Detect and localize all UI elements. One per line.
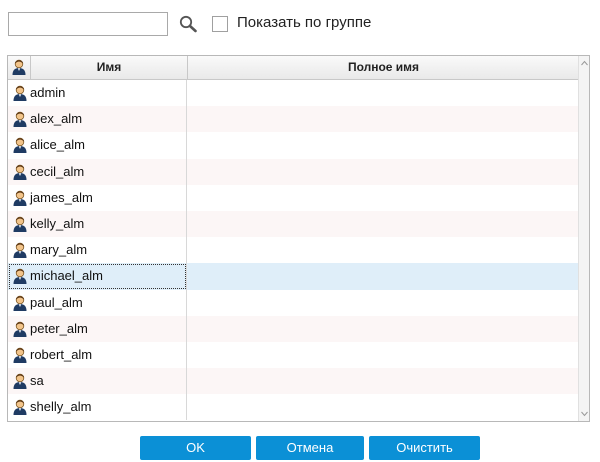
user-name: cecil_alm	[30, 163, 85, 179]
table-row[interactable]: robert_alm	[8, 341, 579, 369]
user-name: kelly_alm	[30, 215, 85, 231]
user-name: mary_alm	[30, 242, 88, 258]
user-name: sa	[30, 373, 44, 389]
group-checkbox-label[interactable]: Показать по группе	[237, 14, 371, 31]
name-cell[interactable]: alex_alm	[8, 106, 187, 133]
name-cell[interactable]: shelly_alm	[8, 394, 187, 421]
users-grid: Имя Полное имя admin alex_alm alice_almcec…	[7, 55, 590, 422]
user-icon	[13, 400, 27, 416]
full-name-cell[interactable]	[187, 185, 579, 211]
name-cell[interactable]: robert_alm	[8, 341, 187, 369]
user-icon	[13, 295, 27, 311]
scroll-down-arrow-icon[interactable]	[581, 410, 588, 417]
search-button[interactable]	[178, 14, 200, 34]
user-icon	[12, 59, 26, 75]
header-full-name[interactable]: Полное имя	[188, 56, 579, 79]
clear-button[interactable]: Очистить	[369, 436, 480, 460]
grid-header: Имя Полное имя	[8, 56, 579, 80]
name-cell[interactable]: paul_alm	[8, 289, 187, 316]
name-cell[interactable]: mary_alm	[8, 237, 187, 264]
user-icon	[13, 242, 27, 259]
full-name-cell[interactable]	[187, 159, 579, 185]
table-row[interactable]: paul_alm	[8, 289, 579, 316]
name-cell[interactable]: michael_alm	[8, 263, 187, 290]
table-row[interactable]: mary_alm	[8, 237, 579, 264]
user-icon	[13, 164, 27, 180]
user-name: paul_alm	[30, 294, 83, 310]
user-icon	[13, 347, 27, 363]
user-name: shelly_alm	[30, 399, 92, 415]
grid-rows: admin alex_alm alice_alm cecil_alm james_alm…	[8, 80, 579, 421]
user-icon	[13, 321, 27, 337]
magnifier-icon	[179, 15, 197, 33]
table-row[interactable]: james_alm	[8, 184, 579, 211]
name-cell[interactable]: cecil_alm	[8, 158, 187, 185]
full-name-cell[interactable]	[187, 342, 579, 368]
cancel-button[interactable]: Отмена	[256, 436, 364, 460]
full-name-cell[interactable]	[187, 211, 579, 237]
name-cell[interactable]: peter_alm	[8, 315, 187, 342]
user-name: robert_alm	[30, 346, 93, 362]
user-name: peter_alm	[30, 320, 88, 336]
table-row[interactable]: kelly_alm	[8, 210, 579, 238]
full-name-cell[interactable]	[187, 132, 579, 158]
table-row[interactable]: michael_alm	[8, 263, 579, 290]
table-row[interactable]: alice_alm	[8, 132, 579, 159]
scroll-up-arrow-icon[interactable]	[581, 60, 588, 67]
user-name: alex_alm	[30, 111, 83, 127]
full-name-cell[interactable]	[187, 237, 579, 263]
search-input[interactable]	[8, 12, 168, 36]
full-name-cell[interactable]	[187, 368, 579, 394]
header-icon-column[interactable]	[8, 56, 31, 79]
user-name: admin	[30, 85, 66, 100]
user-icon	[13, 216, 27, 232]
table-row[interactable]: cecil_alm	[8, 158, 579, 185]
table-row[interactable]: sa	[8, 368, 579, 395]
full-name-cell[interactable]	[187, 394, 579, 420]
full-name-cell[interactable]	[187, 316, 579, 342]
table-row[interactable]: shelly_alm	[8, 394, 579, 421]
user-icon	[13, 138, 27, 154]
name-cell[interactable]: kelly_alm	[8, 210, 187, 238]
user-icon	[13, 269, 27, 285]
name-cell[interactable]: james_alm	[8, 184, 187, 211]
group-checkbox[interactable]	[212, 16, 228, 32]
full-name-cell[interactable]	[187, 106, 579, 132]
user-icon	[13, 373, 27, 390]
name-cell[interactable]: admin	[8, 80, 187, 107]
user-name: michael_alm	[30, 268, 103, 284]
user-name: james_alm	[30, 189, 93, 205]
user-icon	[13, 190, 27, 206]
user-icon	[13, 111, 27, 128]
user-name: alice_alm	[30, 137, 85, 153]
full-name-cell[interactable]	[187, 80, 579, 106]
name-cell[interactable]: alice_alm	[8, 132, 187, 159]
name-cell[interactable]: sa	[8, 368, 187, 395]
table-row[interactable]: admin	[8, 80, 579, 107]
user-select-dialog: Показать по группе Имя Полное имя admin a…	[0, 0, 600, 462]
vertical-scrollbar[interactable]	[578, 56, 589, 421]
table-row[interactable]: peter_alm	[8, 315, 579, 342]
table-row[interactable]: alex_alm	[8, 106, 579, 133]
header-name[interactable]: Имя	[31, 56, 188, 79]
user-icon	[13, 85, 27, 101]
ok-button[interactable]: OK	[140, 436, 251, 460]
full-name-cell[interactable]	[187, 290, 579, 316]
full-name-cell[interactable]	[187, 263, 579, 289]
